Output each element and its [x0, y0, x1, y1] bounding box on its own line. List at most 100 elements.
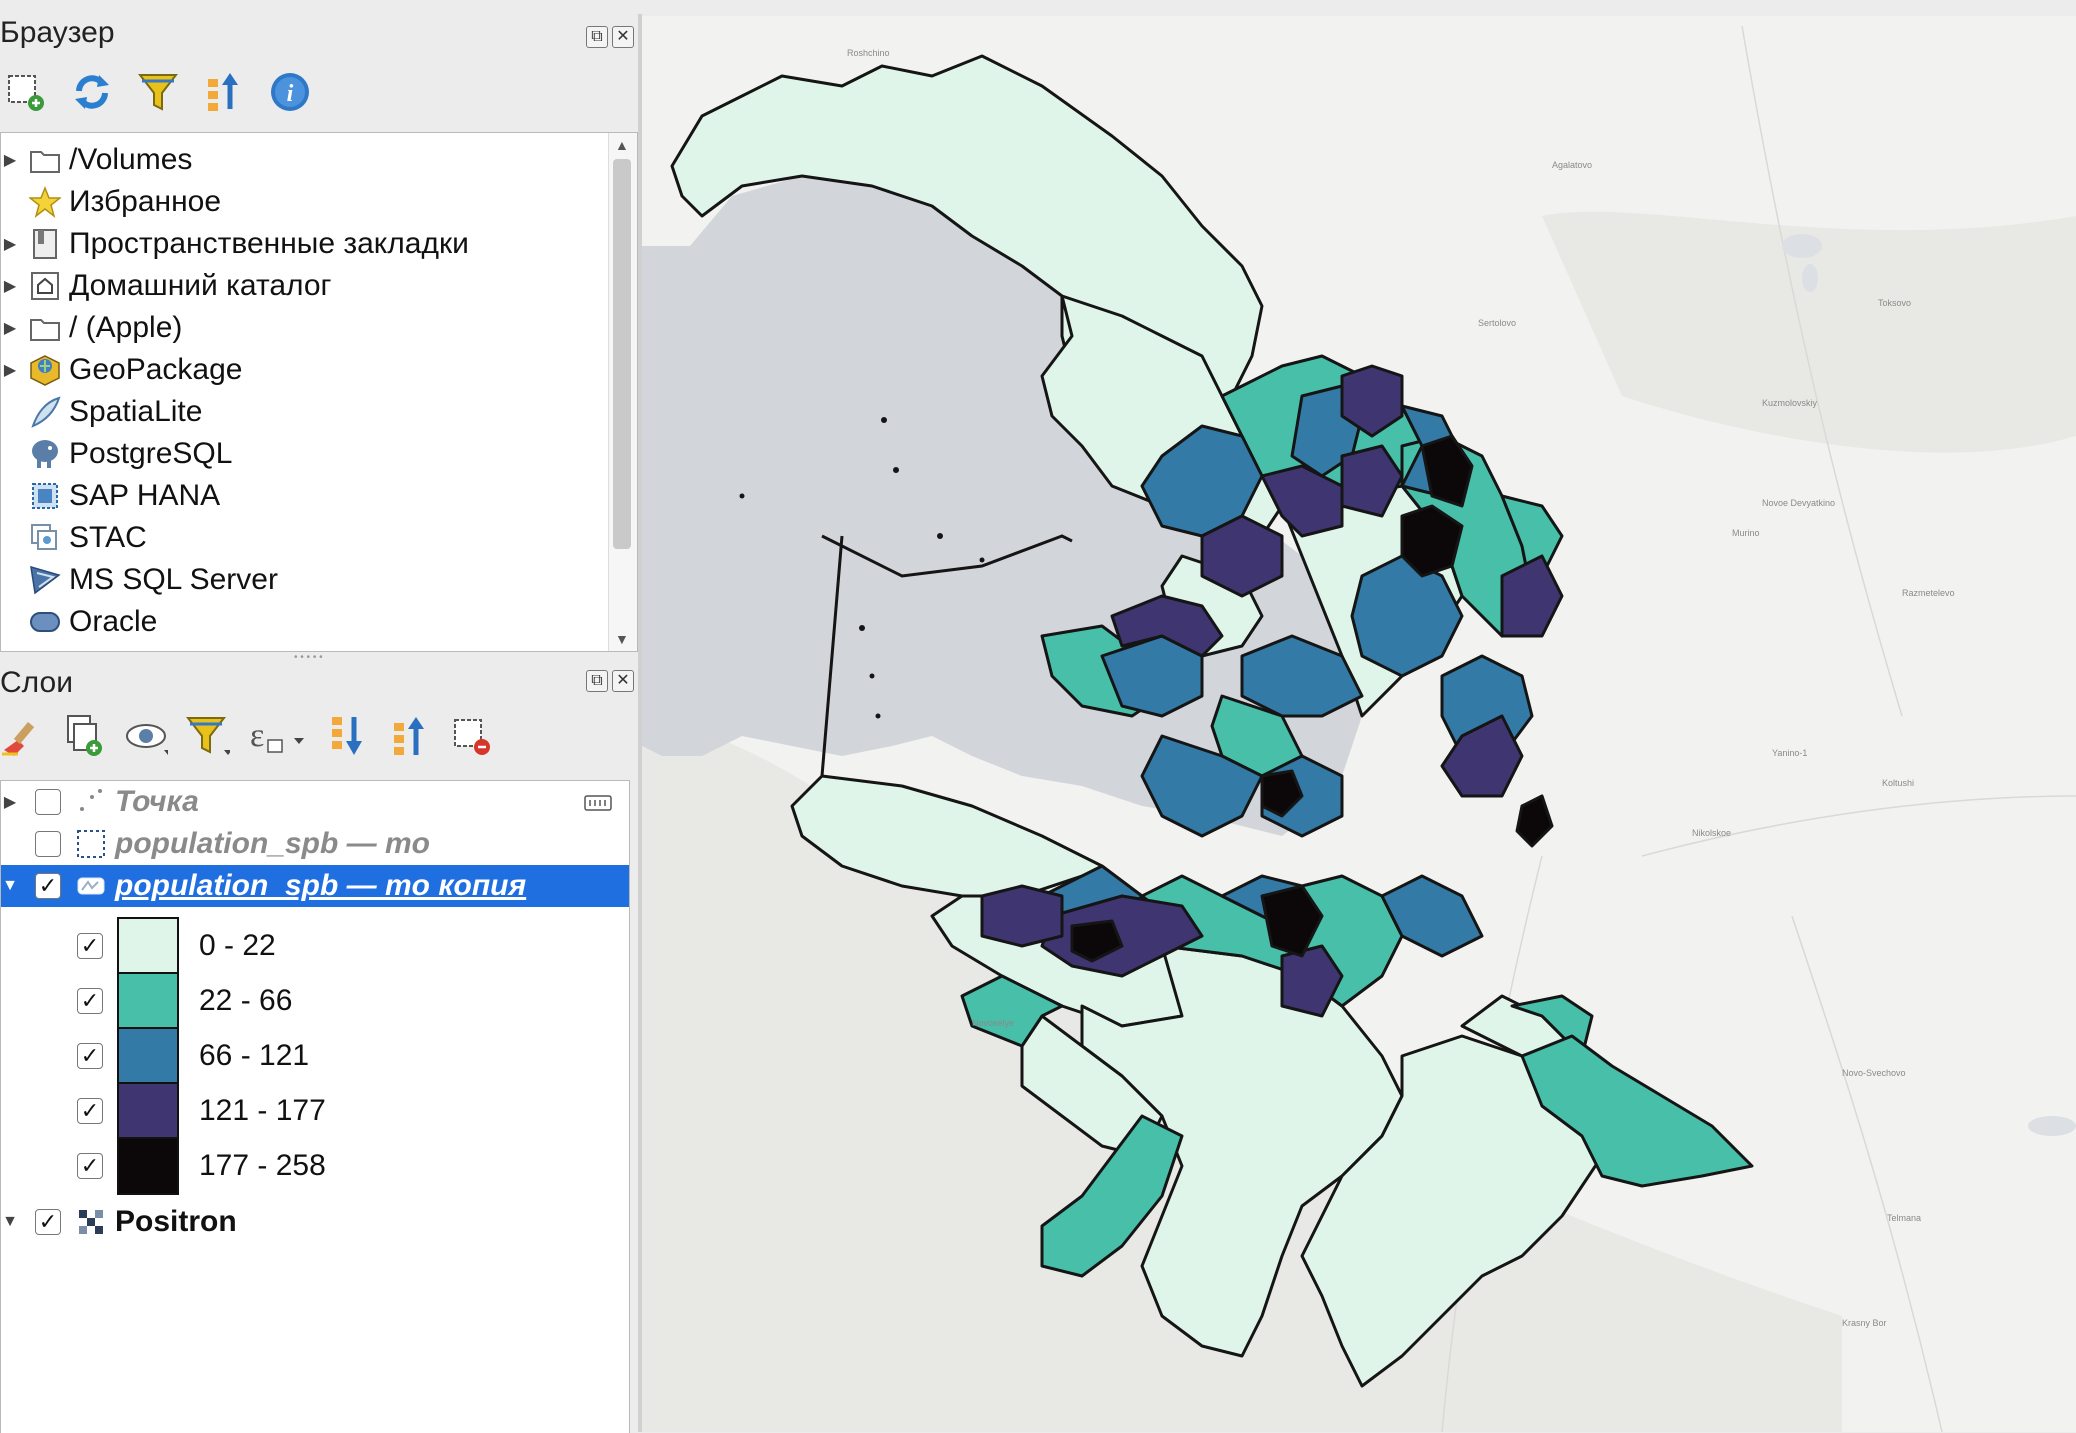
browser-item-oracle[interactable]: Oracle [1, 601, 157, 643]
class-visibility-checkbox[interactable]: ✓ [77, 933, 103, 959]
filter-legend-icon[interactable] [186, 714, 230, 758]
expand-arrow-icon[interactable]: ▶ [1, 234, 19, 254]
browser-item-label: MS SQL Server [69, 563, 278, 596]
layer-row-population-mo[interactable]: population_spb — mo [1, 823, 430, 865]
layer-row-positron[interactable]: ▼ ✓ Positron [1, 1201, 237, 1243]
remove-layer-icon[interactable] [450, 714, 494, 758]
place-label: Telmana [1887, 1213, 1921, 1223]
expand-arrow-icon[interactable]: ▶ [1, 792, 19, 812]
browser-item-postgresql[interactable]: PostgreSQL [1, 433, 232, 475]
home-icon [29, 270, 61, 302]
browser-item-stac[interactable]: STAC [1, 517, 147, 559]
browser-panel-title: Браузер [0, 16, 115, 49]
place-label: Krasny Bor [1842, 1318, 1887, 1328]
browser-item-label: Пространственные закладки [69, 227, 469, 260]
browser-item-geopackage[interactable]: ▶ GeoPackage [1, 349, 243, 391]
browser-item-sap-hana[interactable]: SAP HANA [1, 475, 220, 517]
browser-item-favorites[interactable]: Избранное [1, 181, 221, 223]
layer-row-population-mo-copy[interactable]: ▼ ✓ population_spb — mo копия [1, 865, 629, 907]
filter-icon[interactable] [136, 70, 180, 114]
layer-name: Точка [115, 785, 199, 818]
layer-name: population_spb — mo копия [115, 869, 527, 902]
close-panel-button[interactable]: ✕ [612, 670, 634, 692]
class-visibility-checkbox[interactable]: ✓ [77, 988, 103, 1014]
svg-text:i: i [287, 81, 294, 107]
refresh-icon[interactable] [70, 70, 114, 114]
visibility-eye-icon[interactable] [124, 714, 168, 758]
raster-tile-icon [75, 1206, 107, 1238]
point-layer-icon [75, 786, 107, 818]
browser-item-volumes[interactable]: ▶ /Volumes [1, 139, 193, 181]
geopackage-icon [29, 354, 61, 386]
legend-class-row[interactable]: ✓ 0 - 22 [77, 915, 276, 977]
place-label: Koltushi [1882, 778, 1914, 788]
browser-item-home[interactable]: ▶ Домашний каталог [1, 265, 332, 307]
browser-item-label: Избранное [69, 185, 222, 218]
legend-class-row[interactable]: ✓ 121 - 177 [77, 1080, 326, 1142]
browser-item-root[interactable]: ▶ / (Apple) [1, 307, 183, 349]
legend-label: 66 - 121 [199, 1039, 310, 1072]
expand-arrow-icon[interactable]: ▶ [1, 360, 19, 380]
browser-item-label: Домашний каталог [69, 269, 332, 302]
legend-label: 121 - 177 [199, 1094, 326, 1127]
layer-visibility-checkbox[interactable] [35, 789, 61, 815]
legend-class-row[interactable]: ✓ 177 - 258 [77, 1135, 326, 1197]
browser-item-label: SpatiaLite [69, 395, 203, 428]
add-group-icon[interactable] [62, 714, 106, 758]
browser-item-mssql[interactable]: MS SQL Server [1, 559, 278, 601]
close-panel-button[interactable]: ✕ [612, 26, 634, 48]
browser-toolbar: i [4, 70, 312, 114]
info-icon[interactable]: i [268, 70, 312, 114]
collapse-all-icon[interactable] [388, 714, 432, 758]
left-dock: Браузер ⧉ ✕ i ▲ ▼ ▶ /Volumes Избранное ▶… [0, 0, 638, 1433]
collapse-icon[interactable] [202, 70, 246, 114]
browser-item-spatialite[interactable]: SpatiaLite [1, 391, 202, 433]
hana-icon [29, 480, 61, 512]
categorized-style-icon [75, 870, 107, 902]
place-label: Sertolovo [1478, 318, 1516, 328]
add-layer-icon[interactable] [4, 70, 48, 114]
browser-item-label: Oracle [69, 605, 158, 638]
folder-icon [29, 312, 61, 344]
class-visibility-checkbox[interactable]: ✓ [77, 1098, 103, 1124]
browser-item-label: GeoPackage [69, 353, 243, 386]
legend-class-row[interactable]: ✓ 22 - 66 [77, 970, 292, 1032]
layer-name: Positron [115, 1205, 237, 1238]
expand-arrow-icon[interactable]: ▶ [1, 318, 19, 338]
legend-swatch [117, 1082, 179, 1140]
legend-label: 177 - 258 [199, 1149, 326, 1182]
expand-all-icon[interactable] [326, 714, 370, 758]
mssql-icon [29, 564, 61, 596]
layer-visibility-checkbox[interactable] [35, 831, 61, 857]
class-visibility-checkbox[interactable]: ✓ [77, 1153, 103, 1179]
bookmark-icon [29, 228, 61, 260]
style-brush-icon[interactable] [0, 714, 44, 758]
legend-label: 22 - 66 [199, 984, 293, 1017]
browser-tree: ▲ ▼ ▶ /Volumes Избранное ▶ Пространствен… [0, 132, 638, 652]
layer-visibility-checkbox[interactable]: ✓ [35, 873, 61, 899]
float-panel-button[interactable]: ⧉ [586, 670, 608, 692]
collapse-arrow-icon[interactable]: ▼ [1, 1213, 19, 1231]
memory-layer-icon[interactable] [583, 789, 613, 823]
browser-item-label: STAC [69, 521, 147, 554]
feather-icon [29, 396, 61, 428]
map-canvas[interactable]: Roshchino Agalatovo Sertolovo Toksovo Ku… [642, 16, 2076, 1432]
layers-toolbar: ε [0, 714, 494, 758]
browser-item-bookmarks[interactable]: ▶ Пространственные закладки [1, 223, 469, 265]
expand-arrow-icon[interactable]: ▶ [1, 150, 19, 170]
expand-arrow-icon[interactable]: ▶ [1, 276, 19, 296]
class-visibility-checkbox[interactable]: ✓ [77, 1043, 103, 1069]
folder-icon [29, 144, 61, 176]
expression-filter-icon[interactable]: ε [248, 714, 308, 758]
float-panel-button[interactable]: ⧉ [586, 26, 608, 48]
polygon-layer-icon [75, 828, 107, 860]
layer-name: population_spb — mo [115, 827, 430, 860]
legend-class-row[interactable]: ✓ 66 - 121 [77, 1025, 309, 1087]
browser-scrollbar[interactable]: ▲ ▼ [608, 133, 637, 651]
panel-splitter[interactable]: • • • • • [294, 652, 323, 663]
legend-label: 0 - 22 [199, 929, 276, 962]
place-label: Agalatovo [1552, 160, 1592, 170]
layer-row-tochka[interactable]: ▶ Точка [1, 781, 627, 823]
collapse-arrow-icon[interactable]: ▼ [1, 877, 19, 895]
layer-visibility-checkbox[interactable]: ✓ [35, 1209, 61, 1235]
